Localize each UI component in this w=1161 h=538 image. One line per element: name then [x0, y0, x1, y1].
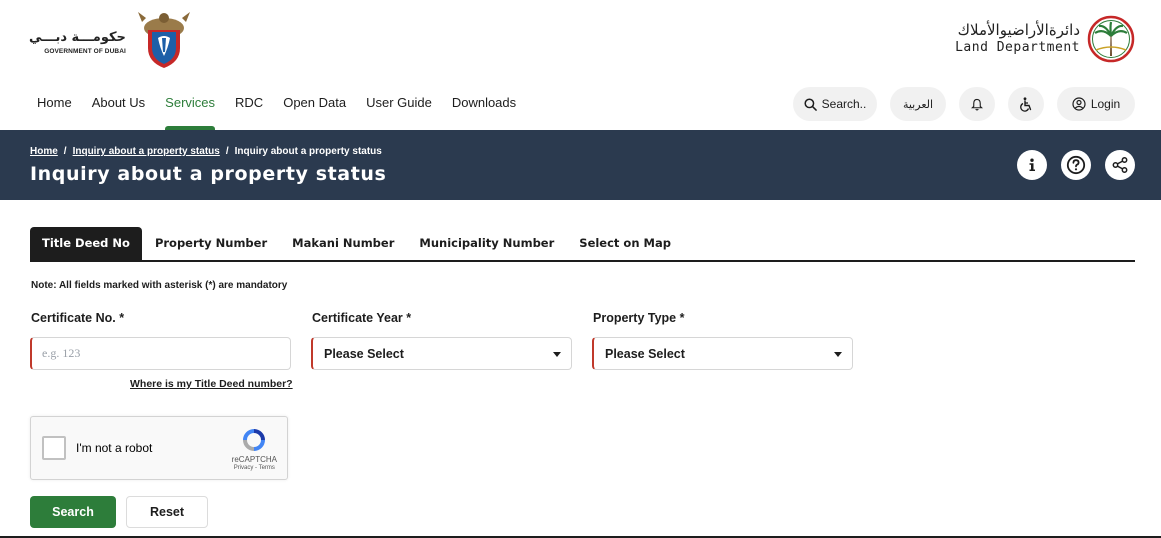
- nav-open-data[interactable]: Open Data: [283, 84, 346, 122]
- login-button[interactable]: Login: [1057, 87, 1135, 121]
- wheelchair-icon: [1020, 96, 1032, 112]
- reset-button[interactable]: Reset: [126, 496, 208, 528]
- tab-select-on-map[interactable]: Select on Map: [567, 227, 683, 260]
- bell-icon: [971, 98, 983, 110]
- dld-logo-arabic: دائرةالأراضيوالأملاك: [957, 21, 1080, 39]
- certificate-year-label: Certificate Year *: [312, 311, 412, 325]
- nav-links: Home About Us Services RDC Open Data Use…: [37, 84, 536, 130]
- language-toggle[interactable]: العربية: [890, 87, 946, 121]
- certificate-year-select[interactable]: Please Select: [311, 337, 572, 370]
- tab-property-number[interactable]: Property Number: [143, 227, 279, 260]
- certificate-year-value: Please Select: [324, 346, 404, 361]
- nav-services[interactable]: Services: [165, 84, 215, 130]
- nav-user-guide[interactable]: User Guide: [366, 84, 432, 122]
- certificate-no-field: [30, 337, 291, 370]
- chevron-down-icon: [834, 352, 842, 357]
- brand-bar: حكومـــة دبـــي GOVERNMENT OF DUBAI دائر…: [0, 0, 1161, 84]
- certificate-no-input[interactable]: [32, 338, 290, 369]
- recaptcha-widget: I'm not a robot reCAPTCHA Privacy - Term…: [30, 416, 288, 480]
- search-label: Search..: [821, 97, 867, 111]
- dld-logo-english: Land Department: [955, 40, 1080, 55]
- tab-title-deed-no[interactable]: Title Deed No: [30, 227, 142, 260]
- gov-logo-english: GOVERNMENT OF DUBAI: [44, 47, 126, 55]
- nav-utilities: Search.. العربية Login: [780, 87, 1135, 121]
- mandatory-fields-note: Note: All fields marked with asterisk (*…: [31, 280, 288, 291]
- notifications-button[interactable]: [959, 87, 995, 121]
- info-icon: [1029, 158, 1035, 171]
- user-icon: [1072, 97, 1086, 111]
- search-method-tabs: Title Deed No Property Number Makani Num…: [30, 227, 1135, 262]
- recaptcha-label: I'm not a robot: [76, 441, 153, 455]
- main-nav: Home About Us Services RDC Open Data Use…: [0, 84, 1161, 130]
- tab-makani-number[interactable]: Makani Number: [280, 227, 406, 260]
- nav-downloads[interactable]: Downloads: [452, 84, 516, 122]
- help-icon: [1066, 155, 1086, 175]
- language-label: العربية: [902, 97, 934, 111]
- breadcrumb-home[interactable]: Home: [30, 146, 58, 157]
- page-title: Inquiry about a property status: [30, 163, 387, 185]
- banner-actions: [1003, 150, 1135, 180]
- share-button[interactable]: [1105, 150, 1135, 180]
- recaptcha-icon: [243, 429, 266, 451]
- gov-emblem-icon: [137, 12, 190, 68]
- property-type-label: Property Type *: [593, 311, 685, 325]
- help-button[interactable]: [1061, 150, 1091, 180]
- property-type-value: Please Select: [605, 346, 685, 361]
- chevron-down-icon: [553, 352, 561, 357]
- certificate-no-label: Certificate No. *: [31, 311, 125, 325]
- land-department-logo[interactable]: دائرةالأراضيوالأملاك Land Department: [955, 14, 1136, 64]
- gov-logo-arabic: حكومـــة دبـــي: [29, 29, 126, 45]
- government-of-dubai-logo[interactable]: حكومـــة دبـــي GOVERNMENT OF DUBAI: [29, 8, 196, 72]
- recaptcha-checkbox[interactable]: [42, 436, 66, 460]
- page-banner: Home / Inquiry about a property status /…: [0, 130, 1161, 200]
- palm-tree-icon: [1087, 15, 1135, 63]
- recaptcha-logo: reCAPTCHA Privacy - Terms: [232, 427, 277, 471]
- search-submit-button[interactable]: Search: [30, 496, 116, 528]
- breadcrumb-parent[interactable]: Inquiry about a property status: [73, 146, 220, 157]
- recaptcha-terms-link[interactable]: Privacy - Terms: [234, 465, 275, 471]
- search-button[interactable]: Search..: [793, 87, 877, 121]
- nav-about-us[interactable]: About Us: [92, 84, 145, 122]
- nav-home[interactable]: Home: [37, 84, 72, 122]
- title-deed-help-link[interactable]: Where is my Title Deed number?: [130, 378, 293, 390]
- gov-logo-text: حكومـــة دبـــي GOVERNMENT OF DUBAI: [29, 30, 126, 55]
- info-button[interactable]: [1017, 150, 1047, 180]
- recaptcha-brand: reCAPTCHA: [231, 455, 277, 464]
- login-label: Login: [1090, 97, 1121, 111]
- breadcrumb-current: Inquiry about a property status: [234, 146, 382, 157]
- breadcrumb: Home / Inquiry about a property status /…: [30, 146, 382, 157]
- property-type-select[interactable]: Please Select: [592, 337, 853, 370]
- share-icon: [1112, 157, 1128, 173]
- search-icon: [804, 97, 817, 111]
- breadcrumb-separator: /: [225, 146, 229, 157]
- dld-logo-text: دائرةالأراضيوالأملاك Land Department: [955, 21, 1080, 57]
- nav-rdc[interactable]: RDC: [235, 84, 263, 122]
- tab-municipality-number[interactable]: Municipality Number: [407, 227, 566, 260]
- accessibility-button[interactable]: [1008, 87, 1044, 121]
- breadcrumb-separator: /: [63, 146, 67, 157]
